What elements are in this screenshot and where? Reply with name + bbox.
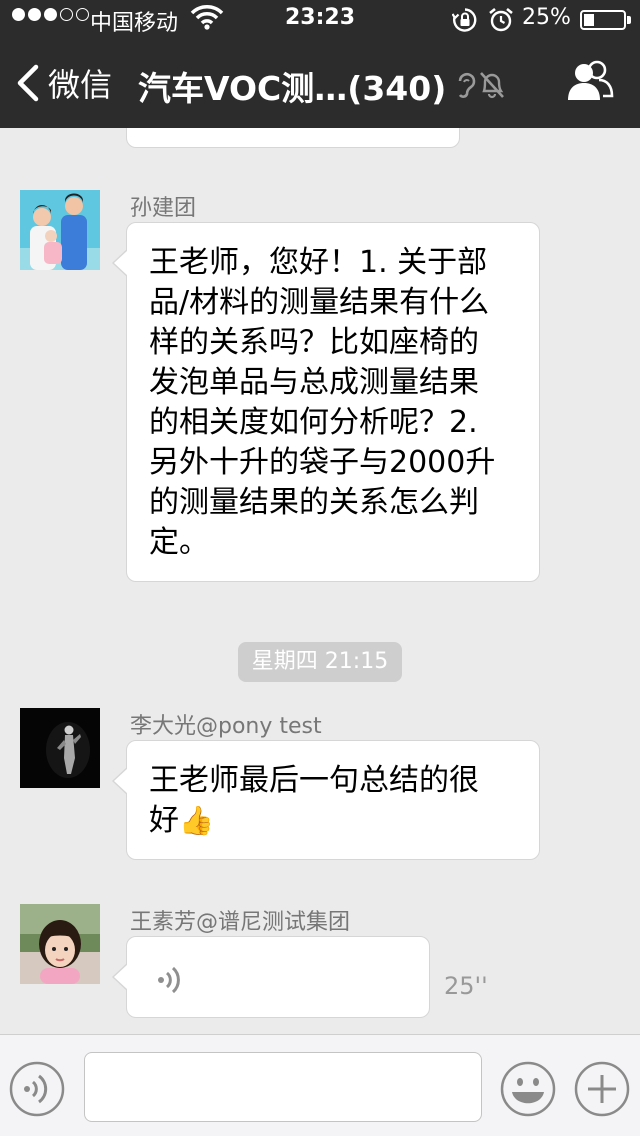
sender-name: 李大光@pony test: [130, 714, 322, 739]
group-members-icon[interactable]: [566, 60, 614, 106]
avatar-dark-stage[interactable]: [20, 708, 100, 788]
message-line: 发泡单品与总成测量结果: [149, 365, 479, 400]
message-line: 另外十升的袋子与2000升: [149, 445, 496, 480]
chat-title: 汽车VOC测…(340): [138, 69, 447, 108]
message-bubble[interactable]: 王老师，您好！1. 关于部 品/材料的测量结果有什么 样的关系吗？比如座椅的 发…: [112, 222, 540, 582]
message-text: 王老师最后一句总结的很 好👍: [149, 761, 479, 841]
mute-bell-icon: [480, 72, 504, 99]
back-button[interactable]: 微信: [14, 58, 112, 108]
message-line: 王老师最后一句总结的很: [149, 763, 479, 798]
message-line: 品/材料的测量结果有什么: [149, 285, 490, 320]
battery-percentage: 25%: [522, 5, 571, 30]
message-bubble-cutoff[interactable]: [126, 128, 460, 148]
plus-icon[interactable]: [574, 1061, 630, 1117]
sender-name: 王素芳@谱尼测试集团: [130, 910, 351, 935]
message-text: 王老师，您好！1. 关于部 品/材料的测量结果有什么 样的关系吗？比如座椅的 发…: [149, 243, 495, 563]
back-label: 微信: [48, 66, 113, 104]
voice-input-icon[interactable]: [9, 1061, 65, 1117]
thumbs-up-icon: 👍: [179, 804, 214, 837]
top-bar: 中国移动 23:23 25% 微信 汽车VOC测…(340): [0, 0, 640, 128]
message-line: 王老师，您好！1. 关于部: [149, 245, 488, 280]
voice-wave-icon: [158, 966, 180, 994]
orientation-lock-icon: [452, 8, 477, 32]
message-line: 的相关度如何分析呢？2.: [149, 405, 478, 440]
alarm-clock-icon: [489, 7, 513, 32]
chat-area[interactable]: 孙建团 王老师，您好！1. 关于部 品/材料的测量结果有什么 样的关系吗？比如座…: [0, 128, 640, 1034]
earpiece-icon: [458, 72, 476, 98]
message-line: 定。: [149, 525, 209, 560]
message-line-text: 好: [149, 803, 179, 838]
nav-bar: 微信 汽车VOC测…(340): [0, 40, 640, 128]
voice-duration: 25'': [444, 972, 488, 1000]
avatar-family-photo[interactable]: [20, 190, 100, 270]
battery-icon: [580, 10, 631, 30]
timestamp-pill: 星期四 21:15: [238, 642, 402, 682]
sender-name: 孙建团: [130, 196, 197, 221]
input-bar: [0, 1034, 640, 1136]
message-line: 好👍: [149, 801, 479, 841]
back-chevron-icon: [17, 64, 39, 102]
message-bubble[interactable]: 王老师最后一句总结的很 好👍: [112, 740, 540, 860]
message-line: 样的关系吗？比如座椅的: [149, 325, 479, 360]
avatar-child-photo[interactable]: [20, 904, 100, 984]
status-bar: 中国移动 23:23 25%: [0, 0, 640, 40]
message-input[interactable]: [84, 1052, 482, 1122]
voice-message-bubble[interactable]: [112, 936, 430, 1018]
message-line: 的测量结果的关系怎么判: [149, 485, 479, 520]
emoji-face-icon[interactable]: [500, 1061, 556, 1117]
